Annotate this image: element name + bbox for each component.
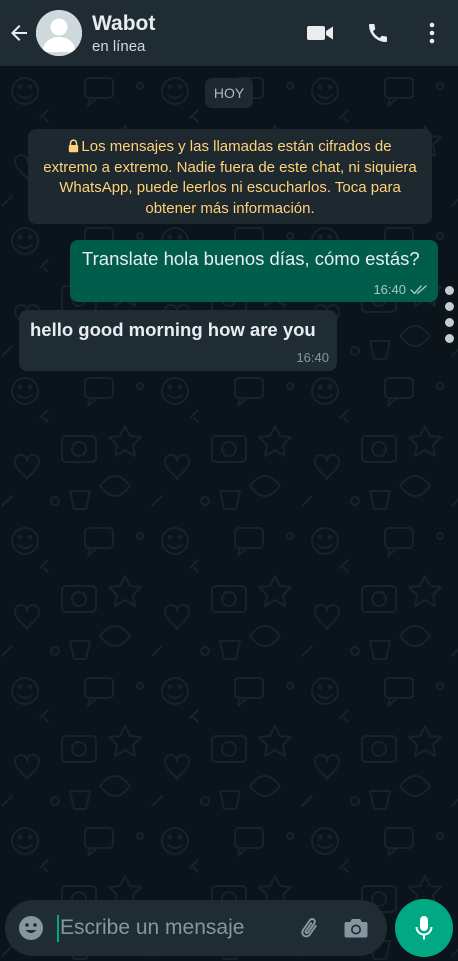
chat-header: Wabot en línea (0, 0, 458, 66)
message-time: 16:40 (296, 350, 329, 365)
dot (444, 334, 454, 343)
incoming-message[interactable]: hello good morning how are you 16:40 (19, 310, 337, 371)
back-button[interactable] (2, 0, 36, 66)
camera-button[interactable] (333, 900, 379, 956)
camera-icon (344, 919, 368, 938)
dot (444, 302, 454, 311)
message-text: hello good morning how are you (30, 319, 316, 340)
outgoing-message[interactable]: Translate hola buenos días, cómo estás? … (70, 240, 438, 302)
contact-name: Wabot (92, 11, 156, 35)
attach-button[interactable] (287, 900, 333, 956)
message-input-placeholder: Escribe un mensaje (60, 916, 245, 939)
date-chip: HOY (205, 78, 253, 108)
dot (444, 318, 454, 327)
text-caret (57, 914, 59, 942)
video-call-icon (307, 26, 333, 40)
encryption-notice[interactable]: Los mensajes y las llamadas están cifrad… (28, 129, 432, 224)
video-call-button[interactable] (290, 0, 350, 66)
more-vert-icon (429, 22, 435, 44)
phone-icon (369, 24, 387, 42)
more-options-button[interactable] (406, 0, 458, 66)
lock-icon (69, 139, 79, 153)
message-time: 16:40 (373, 282, 406, 297)
voice-record-button[interactable] (395, 899, 453, 957)
dot (444, 286, 454, 295)
mic-icon (415, 916, 433, 940)
message-meta: 16:40 (373, 282, 428, 297)
double-check-icon (410, 285, 427, 295)
message-input[interactable]: Escribe un mensaje (57, 900, 287, 956)
contact-info[interactable]: Wabot en línea (92, 12, 155, 55)
encryption-notice-text: Los mensajes y las llamadas están cifrad… (43, 138, 417, 217)
arrow-left-icon (11, 25, 27, 41)
scroll-indicator-dots (443, 286, 455, 350)
default-avatar-icon (36, 10, 82, 56)
chat-area[interactable]: HOY Los mensajes y las llamadas están ci… (0, 66, 458, 961)
message-composer: Escribe un mensaje (5, 900, 387, 956)
avatar[interactable] (36, 10, 82, 56)
contact-status: en línea (92, 37, 146, 55)
message-text: Translate hola buenos días, cómo estás? (82, 248, 420, 269)
voice-call-button[interactable] (350, 0, 406, 66)
emoji-button[interactable] (5, 900, 57, 956)
header-actions (290, 0, 458, 66)
emoji-icon (19, 916, 43, 940)
paperclip-icon (301, 918, 317, 938)
